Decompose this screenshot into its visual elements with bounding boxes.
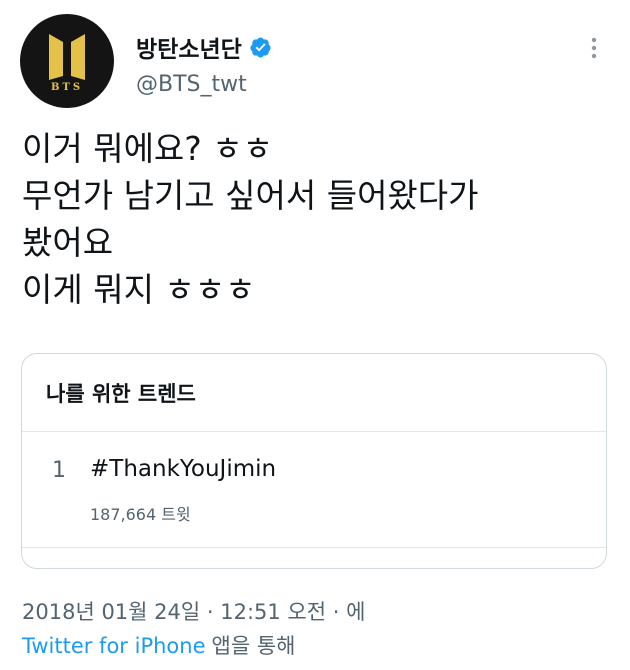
more-options-icon [591,37,597,59]
more-options-button[interactable] [576,34,612,62]
account-name-row: 방탄소년단 [136,30,272,64]
verified-badge-icon [250,36,271,58]
tweet-line: 이게 뭐지 ㅎㅎㅎ [22,270,256,309]
avatar[interactable]: BTS [20,14,114,108]
trend-tweet-count: 187,664 트윗 [90,505,191,524]
tweet-line: 이거 뭐에요? ㅎㅎ [22,129,274,168]
trend-hashtag: #ThankYouJimin [90,456,277,482]
trends-card: 나를 위한 트렌드 1 #ThankYouJimin 187,664 트윗 [21,353,607,569]
trends-card-title: 나를 위한 트렌드 [22,354,606,432]
tweet-text: 이거 뭐에요? ㅎㅎ 무언가 남기고 싶어서 들어왔다가 봤어요 이게 뭐지 ㅎ… [22,125,612,313]
display-name[interactable]: 방탄소년단 [136,30,242,64]
bts-logo-icon [49,34,85,80]
tweet-source: Twitter for iPhone 앱을 통해 [22,630,295,660]
source-suffix: 앱을 통해 [211,634,296,658]
account-handle[interactable]: @BTS_twt [136,72,247,97]
tweet-line: 봤어요 [22,223,114,262]
trend-rank: 1 [52,458,66,483]
source-app-link[interactable]: Twitter for iPhone [22,634,206,658]
trend-item[interactable]: 1 #ThankYouJimin 187,664 트윗 [22,432,606,548]
avatar-logo-text: BTS [50,82,84,93]
tweet-line: 무언가 남기고 싶어서 들어왔다가 [22,176,479,215]
tweet-timestamp[interactable]: 2018년 01월 24일 · 12:51 오전 · 에 [22,596,365,626]
